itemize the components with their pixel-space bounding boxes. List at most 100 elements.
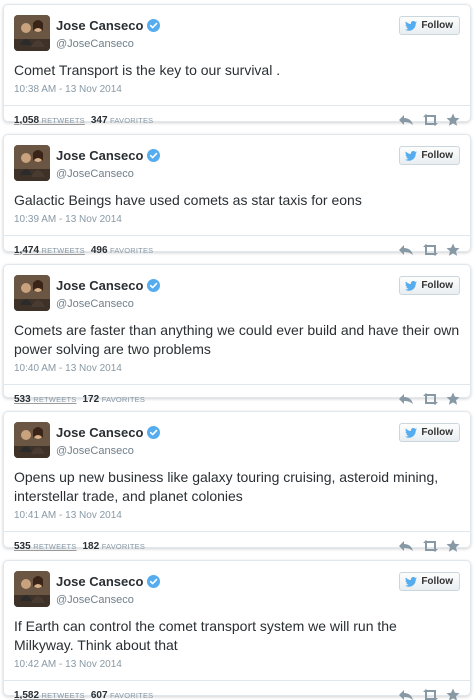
tweet-header: Jose Canseco @JoseCanseco Follow — [14, 275, 460, 311]
retweets-label: RETWEETS — [33, 394, 77, 404]
tweet-card: Jose Canseco @JoseCanseco — [3, 560, 471, 700]
twitter-bird-icon — [405, 427, 418, 438]
author-handle[interactable]: @JoseCanseco — [56, 168, 160, 180]
favorite-star-icon[interactable] — [446, 688, 462, 700]
author-name[interactable]: Jose Canseco — [56, 278, 143, 293]
retweet-icon[interactable] — [422, 113, 438, 127]
tweet-footer: 1,582 RETWEETS 607 FAVORITES — [4, 680, 470, 700]
twitter-bird-icon — [405, 150, 418, 161]
follow-label: Follow — [421, 427, 453, 438]
retweet-count: 1,474 — [14, 244, 40, 256]
reply-icon[interactable] — [398, 113, 414, 127]
avatar[interactable] — [14, 571, 50, 607]
favorite-count-link[interactable]: 347 FAVORITES — [91, 115, 154, 126]
author-handle[interactable]: @JoseCanseco — [56, 445, 160, 457]
tweet-timestamp[interactable]: 10:38 AM - 13 Nov 2014 — [14, 84, 460, 95]
favorites-label: FAVORITES — [110, 245, 154, 255]
favorite-count: 182 — [82, 540, 100, 552]
favorites-label: FAVORITES — [110, 115, 154, 125]
tweet-timestamp[interactable]: 10:40 AM - 13 Nov 2014 — [14, 363, 460, 374]
tweet-text: Galactic Beings have used comets as star… — [14, 192, 362, 208]
tweet-card: Jose Canseco @JoseCanseco — [3, 264, 471, 405]
favorite-count-link[interactable]: 607 FAVORITES — [91, 690, 154, 700]
retweets-label: RETWEETS — [41, 245, 85, 255]
tweet-footer: 1,058 RETWEETS 347 FAVORITES — [4, 105, 470, 134]
retweet-count-link[interactable]: 1,474 RETWEETS — [14, 245, 85, 256]
author-name[interactable]: Jose Canseco — [56, 148, 143, 163]
tweet-timestamp[interactable]: 10:42 AM - 13 Nov 2014 — [14, 659, 460, 670]
retweet-icon[interactable] — [422, 243, 438, 257]
tweet-card: Jose Canseco @JoseCanseco — [3, 4, 471, 126]
reply-icon[interactable] — [398, 392, 414, 406]
avatar[interactable] — [14, 422, 50, 458]
author-handle[interactable]: @JoseCanseco — [56, 38, 160, 50]
reply-icon[interactable] — [398, 243, 414, 257]
author-handle[interactable]: @JoseCanseco — [56, 298, 160, 310]
twitter-bird-icon — [405, 20, 418, 31]
retweet-count: 1,582 — [14, 689, 40, 700]
follow-button[interactable]: Follow — [399, 276, 460, 295]
favorite-count-link[interactable]: 182 FAVORITES — [82, 541, 145, 552]
reply-icon[interactable] — [398, 688, 414, 700]
favorite-count: 347 — [90, 114, 108, 126]
retweet-count: 533 — [14, 393, 31, 405]
reply-icon[interactable] — [398, 539, 414, 553]
avatar[interactable] — [14, 145, 50, 181]
tweet-footer: 1,474 RETWEETS 496 FAVORITES — [4, 235, 470, 264]
favorite-star-icon[interactable] — [446, 392, 462, 406]
retweet-count-link[interactable]: 1,058 RETWEETS — [14, 115, 85, 126]
favorite-count-link[interactable]: 496 FAVORITES — [91, 245, 154, 256]
avatar[interactable] — [14, 15, 50, 51]
follow-button[interactable]: Follow — [399, 572, 460, 591]
tweet-text: Opens up new business like galaxy tourin… — [14, 469, 439, 504]
tweet-header: Jose Canseco @JoseCanseco Follow — [14, 422, 460, 458]
favorite-count: 496 — [90, 244, 108, 256]
retweets-label: RETWEETS — [33, 541, 77, 551]
follow-label: Follow — [421, 20, 453, 31]
verified-badge-icon — [147, 575, 161, 588]
follow-button[interactable]: Follow — [399, 16, 460, 35]
favorites-label: FAVORITES — [110, 690, 154, 700]
tweet-text: Comets are faster than anything we could… — [14, 322, 460, 357]
favorites-label: FAVORITES — [101, 394, 146, 404]
author-name[interactable]: Jose Canseco — [56, 574, 143, 589]
tweet-text: If Earth can control the comet transport… — [14, 618, 397, 653]
tweet-card: Jose Canseco @JoseCanseco — [3, 411, 471, 552]
follow-label: Follow — [421, 280, 453, 291]
author-name[interactable]: Jose Canseco — [56, 425, 143, 440]
tweet-timestamp[interactable]: 10:41 AM - 13 Nov 2014 — [14, 510, 460, 521]
retweets-label: RETWEETS — [41, 115, 85, 125]
favorite-star-icon[interactable] — [446, 539, 462, 553]
verified-badge-icon — [147, 19, 161, 32]
follow-button[interactable]: Follow — [399, 423, 460, 442]
retweet-count: 535 — [14, 540, 31, 552]
tweet-header: Jose Canseco @JoseCanseco Follow — [14, 145, 460, 181]
tweet-header: Jose Canseco @JoseCanseco Follow — [14, 15, 460, 51]
favorite-count-link[interactable]: 172 FAVORITES — [82, 394, 145, 405]
retweets-label: RETWEETS — [41, 690, 85, 700]
favorite-count: 172 — [82, 393, 100, 405]
tweet-text: Comet Transport is the key to our surviv… — [14, 62, 281, 78]
tweet-footer: 535 RETWEETS 182 FAVORITES — [4, 531, 470, 560]
retweet-count-link[interactable]: 535 RETWEETS — [14, 541, 76, 552]
retweet-icon[interactable] — [422, 539, 438, 553]
retweet-count-link[interactable]: 533 RETWEETS — [14, 394, 76, 405]
verified-badge-icon — [147, 279, 161, 292]
retweet-icon[interactable] — [422, 392, 438, 406]
tweet-footer: 533 RETWEETS 172 FAVORITES — [4, 384, 470, 413]
favorite-star-icon[interactable] — [446, 243, 462, 257]
tweet-timestamp[interactable]: 10:39 AM - 13 Nov 2014 — [14, 214, 460, 225]
tweet-card: Jose Canseco @JoseCanseco — [3, 134, 471, 256]
twitter-bird-icon — [405, 576, 418, 587]
favorite-count: 607 — [90, 689, 108, 700]
retweet-icon[interactable] — [422, 688, 438, 700]
twitter-bird-icon — [405, 280, 418, 291]
retweet-count-link[interactable]: 1,582 RETWEETS — [14, 690, 85, 700]
follow-button[interactable]: Follow — [399, 146, 460, 165]
author-handle[interactable]: @JoseCanseco — [56, 594, 160, 606]
favorite-star-icon[interactable] — [446, 113, 462, 127]
favorites-label: FAVORITES — [101, 541, 146, 551]
follow-label: Follow — [421, 576, 453, 587]
author-name[interactable]: Jose Canseco — [56, 18, 143, 33]
avatar[interactable] — [14, 275, 50, 311]
